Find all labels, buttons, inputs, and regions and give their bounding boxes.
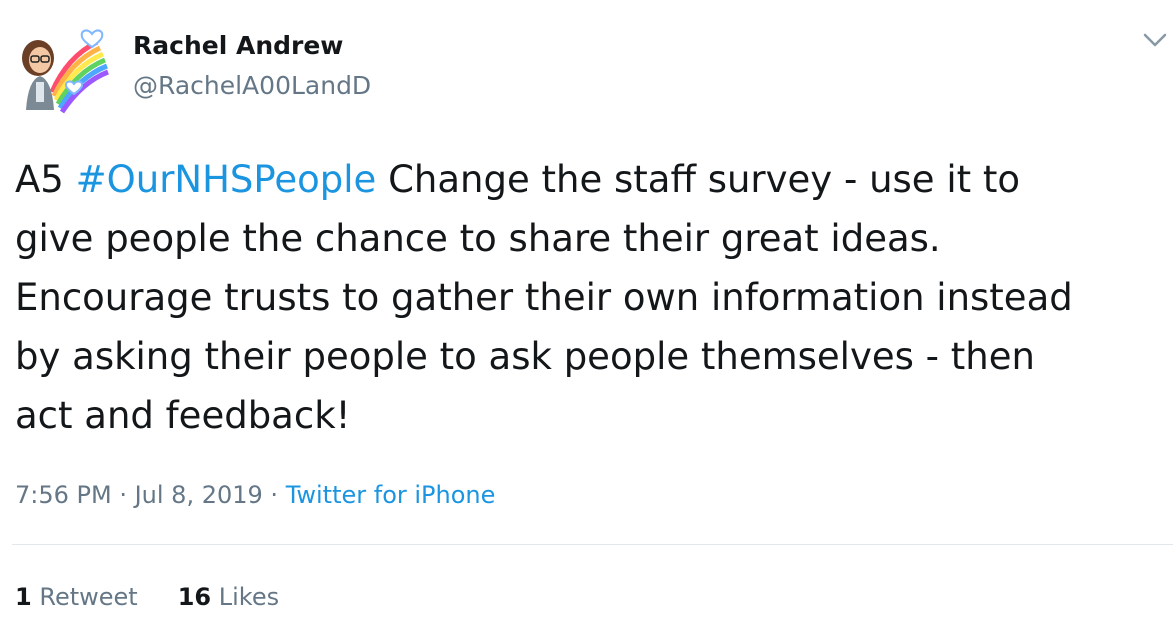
tweet-text-segment: A5 [15,158,76,201]
likes-stat[interactable]: 16 Likes [178,580,279,614]
tweet-text: A5 #OurNHSPeople Change the staff survey… [15,150,1170,445]
tweet-meta: 7:56 PM · Jul 8, 2019 · Twitter for iPho… [15,478,495,512]
retweets-label: Retweet [39,583,138,611]
tweet-text-line: give people the chance to share their gr… [15,217,941,260]
tweet-time[interactable]: 7:56 PM [15,481,112,509]
meta-separator: · [262,481,286,509]
retweets-stat[interactable]: 1 Retweet [15,580,138,614]
meta-separator: · [111,481,135,509]
retweets-count: 1 [15,583,32,611]
likes-label: Likes [218,583,280,611]
tweet-text-line: A5 #OurNHSPeople Change the staff survey… [15,150,1170,209]
avatar[interactable] [12,22,112,122]
tweet-source-link[interactable]: Twitter for iPhone [286,481,496,509]
tweet-card: Rachel Andrew @RachelA00LandD A5 #OurNHS… [0,0,1173,637]
tweet-stats: 1 Retweet 16 Likes [15,580,279,614]
tweet-text-line: by asking their people to ask people the… [15,335,1035,378]
tweet-text-line: act and feedback! [15,394,351,437]
chevron-down-icon[interactable] [1140,28,1170,52]
divider [12,544,1173,545]
tweet-date[interactable]: Jul 8, 2019 [135,481,263,509]
user-handle[interactable]: @RachelA00LandD [133,70,371,102]
tweet-text-line: Encourage trusts to gather their own inf… [15,276,1073,319]
tweet-text-segment: Change the staff survey - use it to [376,158,1021,201]
likes-count: 16 [177,583,212,611]
bitmoji-avatar-icon [22,29,109,114]
hashtag-link[interactable]: #OurNHSPeople [76,158,377,201]
user-name[interactable]: Rachel Andrew [133,30,343,62]
